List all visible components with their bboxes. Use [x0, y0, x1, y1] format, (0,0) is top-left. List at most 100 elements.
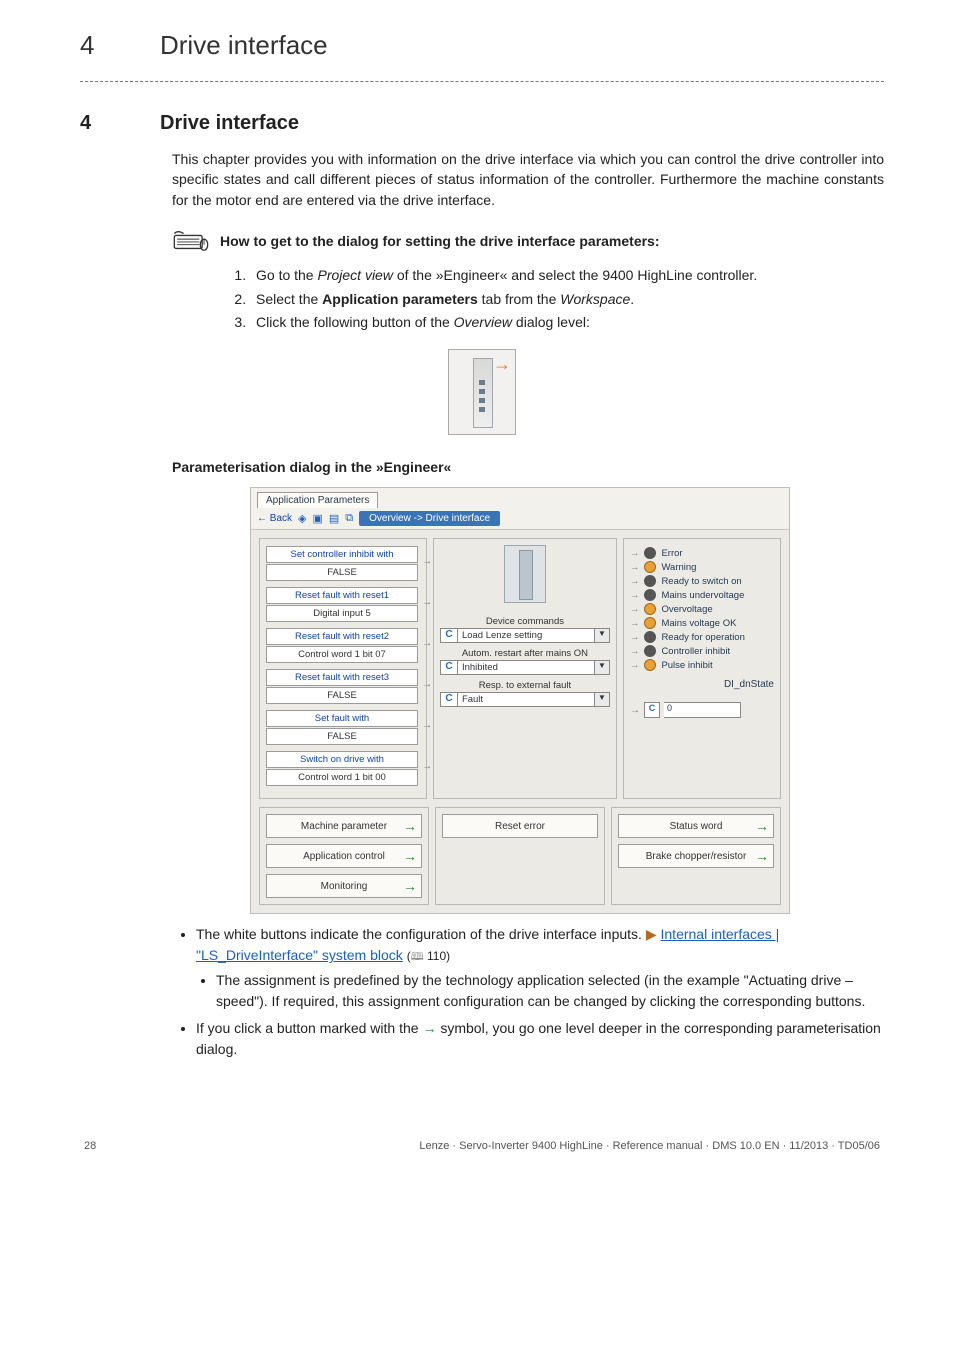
steps-list: Go to the Project view of the »Engineer«… — [210, 264, 884, 335]
dn-state-value: 0 — [664, 702, 741, 718]
step-1: Go to the Project view of the »Engineer«… — [250, 264, 884, 288]
screenshot-caption: Parameterisation dialog in the »Engineer… — [172, 459, 884, 475]
go-arrow-icon: → — [422, 1020, 436, 1036]
divider — [80, 81, 884, 82]
notes-list: The white buttons indicate the configura… — [176, 924, 884, 1060]
led-pulse-inhibit — [644, 659, 656, 671]
breadcrumb: Overview -> Drive interface — [359, 511, 500, 526]
page-footer: 28 Lenze · Servo-Inverter 9400 HighLine … — [80, 1140, 884, 1152]
label-device-commands: Device commands — [486, 616, 564, 627]
label-auto-restart: Autom. restart after mains ON — [462, 648, 588, 659]
go-arrow-icon: → — [403, 848, 417, 864]
btn-application-control[interactable]: Application control → — [266, 844, 422, 868]
step-2-text-a: Select the — [256, 291, 322, 307]
step-2: Select the Application parameters tab fr… — [250, 288, 884, 312]
led-pulse-inhibit-label: Pulse inhibit — [661, 660, 712, 671]
dn-state-field: →C0 — [630, 702, 774, 718]
go-arrow-icon: → — [755, 818, 769, 834]
led-ctrl-inhibit-label: Controller inhibit — [661, 646, 730, 657]
input-reset3[interactable]: Reset fault with reset3 — [266, 669, 418, 686]
btn-monitoring-label: Monitoring — [321, 881, 368, 892]
toolbar-icon-3[interactable]: ▤ — [329, 512, 339, 525]
step-1-text-a: Go to the — [256, 267, 317, 283]
led-ready-op — [644, 631, 656, 643]
status-panel: →Error →Warning →Ready to switch on →Mai… — [623, 538, 781, 799]
overview-button-icon: → — [448, 349, 516, 435]
select-auto-restart[interactable]: CInhibited▼ — [440, 660, 610, 675]
led-mains-uv-label: Mains undervoltage — [661, 590, 744, 601]
led-mains-uv — [644, 589, 656, 601]
engineer-screenshot: Application Parameters ← Back ◈ ▣ ▤ ⧉ Ov… — [250, 487, 790, 914]
input-set-fault[interactable]: Set fault with — [266, 710, 418, 727]
input-set-fault-value[interactable]: FALSE — [266, 728, 418, 745]
btn-machine-parameter[interactable]: Machine parameter→ — [266, 814, 422, 838]
input-reset3-value[interactable]: FALSE — [266, 687, 418, 704]
step-3-em: Overview — [454, 314, 512, 330]
led-error — [644, 547, 656, 559]
step-2-em: Workspace — [560, 291, 630, 307]
led-ready-switch-label: Ready to switch on — [661, 576, 741, 587]
btn-machine-parameter-label: Machine parameter — [301, 821, 387, 832]
arrow-icon: → — [493, 354, 511, 375]
step-3-text-a: Click the following button of the — [256, 314, 454, 330]
select-auto-restart-value: Inhibited — [458, 660, 595, 675]
select-ext-fault[interactable]: CFault▼ — [440, 692, 610, 707]
toolbar-icon-4[interactable]: ⧉ — [345, 512, 353, 525]
tab-application-parameters[interactable]: Application Parameters — [257, 492, 378, 508]
input-reset1[interactable]: Reset fault with reset1 — [266, 587, 418, 604]
go-arrow-icon: → — [755, 848, 769, 864]
dropdown-icon[interactable]: ▼ — [595, 628, 610, 643]
note-1: The white buttons indicate the configura… — [196, 924, 884, 1012]
note-1-text: The white buttons indicate the configura… — [196, 926, 646, 942]
select-device-commands[interactable]: CLoad Lenze setting▼ — [440, 628, 610, 643]
led-ctrl-inhibit — [644, 645, 656, 657]
select-ext-fault-value: Fault — [458, 692, 595, 707]
input-controller-inhibit-value[interactable]: FALSE — [266, 564, 418, 581]
btn-status-word-label: Status word — [670, 821, 723, 832]
btn-application-control-label: Application control — [303, 851, 385, 862]
toolbar-icon-2[interactable]: ▣ — [312, 512, 322, 525]
link-arrow-icon: ▶ — [646, 926, 657, 942]
dropdown-icon[interactable]: ▼ — [595, 660, 610, 675]
dropdown-icon[interactable]: ▼ — [595, 692, 610, 707]
footer-meta: Lenze · Servo-Inverter 9400 HighLine · R… — [419, 1140, 880, 1152]
led-mains-ok-label: Mains voltage OK — [661, 618, 736, 629]
led-mains-ok — [644, 617, 656, 629]
note-1-sub: The assignment is predefined by the tech… — [216, 970, 884, 1012]
led-ready-op-label: Ready for operation — [661, 632, 744, 643]
back-button[interactable]: ← Back — [257, 513, 292, 524]
running-head-title: Drive interface — [160, 30, 328, 61]
led-ready-switch — [644, 575, 656, 587]
led-error-label: Error — [661, 548, 682, 559]
book-icon: 🕮 — [411, 951, 424, 963]
input-reset1-value[interactable]: Digital input 5 — [266, 605, 418, 622]
btn-brake-chopper[interactable]: Brake chopper/resistor→ — [618, 844, 774, 868]
chapter-title: Drive interface — [160, 112, 299, 135]
led-overvoltage — [644, 603, 656, 615]
btn-monitoring[interactable]: Monitoring→ — [266, 874, 422, 898]
running-head: 4 Drive interface — [80, 30, 884, 61]
intro-paragraph: This chapter provides you with informati… — [172, 149, 884, 210]
input-controller-inhibit[interactable]: Set controller inhibit with — [266, 546, 418, 563]
label-ext-fault: Resp. to external fault — [479, 680, 571, 691]
led-warning-label: Warning — [661, 562, 696, 573]
input-switch-on[interactable]: Switch on drive with — [266, 751, 418, 768]
btn-status-word[interactable]: Status word → — [618, 814, 774, 838]
input-reset2[interactable]: Reset fault with reset2 — [266, 628, 418, 645]
step-3: Click the following button of the Overvi… — [250, 311, 884, 335]
inputs-panel: Set controller inhibit withFALSE Reset f… — [259, 538, 427, 799]
step-1-text-b: of the »Engineer« and select the 9400 Hi… — [393, 267, 757, 283]
dn-state-label: DI_dnState — [630, 679, 774, 690]
button-col-right: Status word → Brake chopper/resistor→ — [611, 807, 781, 905]
tab-bar: Application Parameters — [251, 488, 789, 508]
input-switch-on-value[interactable]: Control word 1 bit 00 — [266, 769, 418, 786]
btn-reset-error[interactable]: Reset error — [442, 814, 598, 838]
keyboard-mouse-icon — [172, 228, 210, 254]
toolbar: ← Back ◈ ▣ ▤ ⧉ Overview -> Drive interfa… — [251, 508, 789, 530]
input-reset2-value[interactable]: Control word 1 bit 07 — [266, 646, 418, 663]
toolbar-icon-1[interactable]: ◈ — [298, 512, 306, 525]
step-2-text-c: . — [630, 291, 634, 307]
page-ref: (🕮 110) — [407, 949, 450, 963]
led-overvoltage-label: Overvoltage — [661, 604, 712, 615]
step-3-text-b: dialog level: — [512, 314, 590, 330]
